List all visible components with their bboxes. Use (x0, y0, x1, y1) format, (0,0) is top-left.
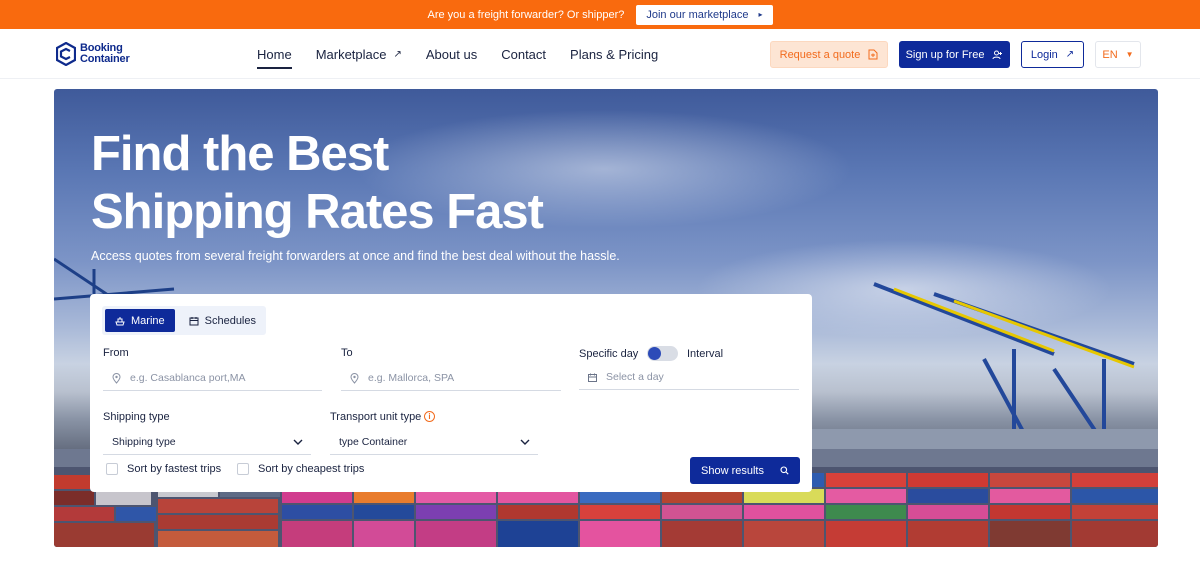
sign-up-button[interactable]: Sign up for Free (899, 41, 1010, 68)
search-icon (780, 466, 789, 475)
external-link-icon: ↗ (393, 48, 402, 60)
date-picker-input[interactable]: Select a day (579, 365, 799, 390)
hero-title-line1: Find the Best (91, 127, 389, 181)
from-placeholder: e.g. Casablanca port,MA (130, 372, 246, 384)
arrow-right-icon: ▸ (758, 10, 763, 19)
sort-cheapest-label: Sort by cheapest trips (258, 463, 365, 475)
location-pin-icon (350, 372, 359, 384)
tab-schedules[interactable]: Schedules (179, 309, 266, 332)
sort-fastest-label: Sort by fastest trips (127, 463, 222, 475)
login-label: Login (1030, 48, 1058, 61)
shipping-type-value: Shipping type (112, 436, 176, 448)
language-selector[interactable]: EN ▼ (1095, 41, 1141, 68)
nav-marketplace-label: Marketplace (315, 46, 387, 62)
nav-contact-label: Contact (501, 46, 547, 62)
date-mode-toggle[interactable] (647, 346, 678, 361)
nav-about-label: About us (425, 46, 478, 62)
hero-title-line2: Shipping Rates Fast (91, 185, 544, 239)
nav-about-us[interactable]: About us (426, 43, 477, 65)
to-input[interactable]: e.g. Mallorca, SPA (341, 366, 561, 391)
logo-icon (56, 42, 76, 66)
transport-unit-value: type Container (339, 436, 408, 448)
nav-home[interactable]: Home (257, 43, 292, 69)
nav-plans-pricing[interactable]: Plans & Pricing (570, 43, 658, 65)
request-quote-label: Request a quote (779, 48, 861, 61)
logo-wordmark: Booking Container (80, 43, 130, 65)
date-placeholder: Select a day (606, 371, 664, 383)
ship-icon (115, 316, 125, 325)
tab-marine[interactable]: Marine (105, 309, 175, 332)
transport-unit-label: Transport unit type (330, 411, 422, 423)
shipping-type-select[interactable]: Shipping type (103, 430, 311, 455)
show-results-label: Show results (701, 464, 764, 477)
to-placeholder: e.g. Mallorca, SPA (368, 372, 455, 384)
promo-text: Are you a freight forwarder? Or shipper? (427, 8, 625, 21)
checkbox-box (106, 463, 118, 475)
show-results-button[interactable]: Show results (690, 457, 800, 484)
join-marketplace-label: Join our marketplace (646, 8, 749, 21)
calendar-icon (189, 316, 199, 325)
promo-bar: Are you a freight forwarder? Or shipper?… (0, 0, 1200, 29)
login-button[interactable]: Login ↗ (1021, 41, 1084, 68)
search-card: Marine Schedules From e.g. Casablanca po… (90, 294, 812, 492)
transport-unit-select[interactable]: type Container (330, 430, 538, 455)
site-logo[interactable]: Booking Container (56, 42, 130, 66)
nav-menu: Home Marketplace ↗ About us Contact Plans… (257, 29, 658, 79)
sort-fastest-checkbox[interactable]: Sort by fastest trips (106, 463, 221, 475)
sort-cheapest-checkbox[interactable]: Sort by cheapest trips (237, 463, 364, 475)
checkbox-box (237, 463, 249, 475)
hero-banner: Find the Best Shipping Rates Fast Access… (54, 89, 1158, 547)
language-label: EN (1102, 48, 1118, 61)
nav-plans-label: Plans & Pricing (570, 46, 659, 62)
search-mode-tabs: Marine Schedules (102, 306, 266, 335)
sign-up-label: Sign up for Free (905, 48, 985, 61)
interval-label: Interval (687, 348, 724, 360)
info-icon[interactable]: i (424, 411, 435, 422)
nav-home-label: Home (257, 46, 292, 62)
tab-marine-label: Marine (131, 314, 165, 327)
location-pin-icon (112, 372, 121, 384)
to-label: To (341, 347, 353, 359)
tab-schedules-label: Schedules (204, 314, 256, 327)
join-marketplace-button[interactable]: Join our marketplace ▸ (636, 4, 773, 25)
logo-line2: Container (80, 53, 130, 65)
caret-down-icon: ▼ (1125, 50, 1134, 59)
user-plus-icon (992, 50, 1003, 59)
request-quote-button[interactable]: Request a quote (770, 41, 888, 68)
chevron-down-icon (520, 439, 530, 445)
nav-actions: Request a quote Sign up for Free Login ↗… (770, 41, 1141, 68)
shipping-type-label: Shipping type (103, 411, 170, 423)
hero-subtitle: Access quotes from several freight forwa… (91, 249, 620, 263)
chevron-down-icon (293, 439, 303, 445)
nav-contact[interactable]: Contact (501, 43, 546, 65)
from-input[interactable]: e.g. Casablanca port,MA (103, 366, 322, 391)
nav-marketplace[interactable]: Marketplace ↗ (316, 43, 402, 65)
toggle-knob (648, 347, 661, 360)
from-label: From (103, 347, 129, 359)
main-navigation: Booking Container Home Marketplace ↗ Abou… (0, 29, 1200, 79)
calendar-icon (588, 373, 597, 382)
hero-title: Find the Best Shipping Rates Fast (91, 125, 544, 241)
arrow-up-right-icon: ↗ (1065, 49, 1075, 60)
document-icon (868, 49, 878, 60)
specific-day-label: Specific day (579, 348, 639, 360)
